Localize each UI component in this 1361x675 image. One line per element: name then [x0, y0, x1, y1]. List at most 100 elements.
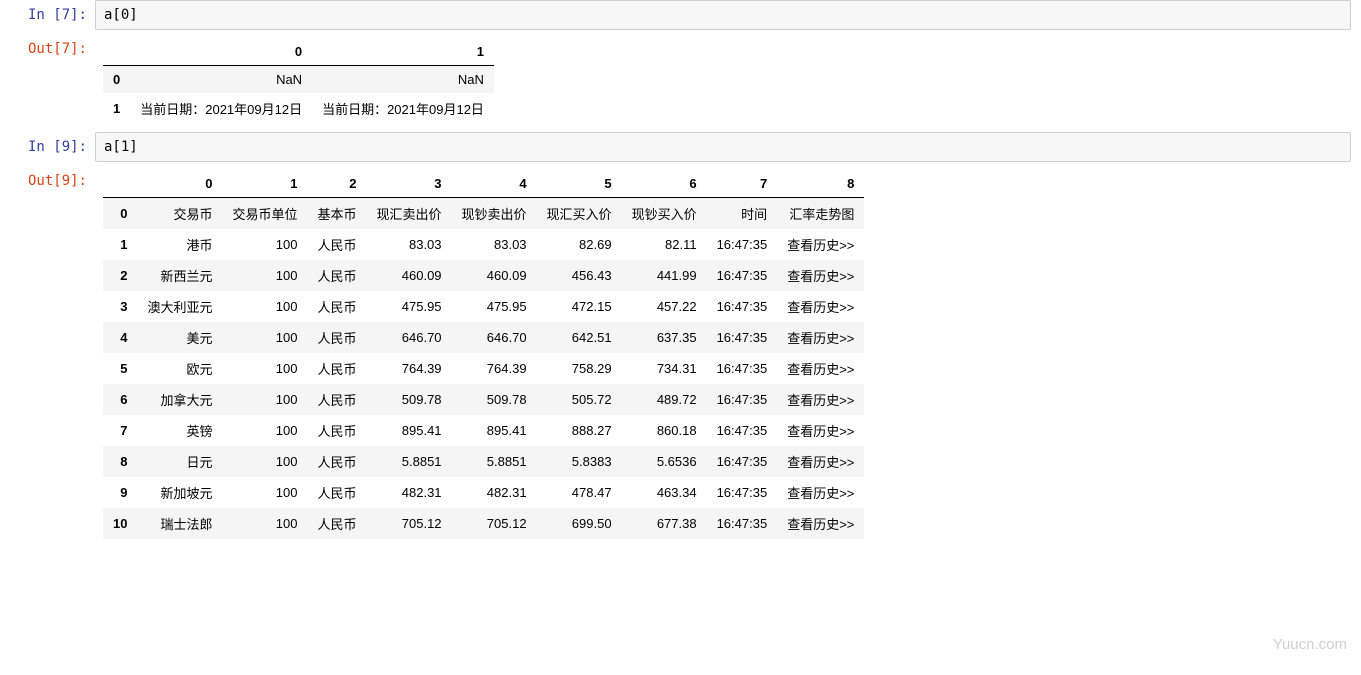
table-row: 6加拿大元100人民币509.78509.78505.72489.7216:47… — [103, 384, 864, 415]
cell: 加拿大元 — [137, 384, 222, 415]
cell: 现汇卖出价 — [367, 198, 452, 230]
cell: 505.72 — [537, 384, 622, 415]
cell: 澳大利亚元 — [137, 291, 222, 322]
code-input[interactable]: a[0] — [95, 0, 1351, 30]
table-row: 1当前日期：2021年09月12日当前日期：2021年09月12日 — [103, 93, 494, 124]
column-header: 7 — [707, 170, 778, 198]
table-row: 4美元100人民币646.70646.70642.51637.3516:47:3… — [103, 322, 864, 353]
cell: NaN — [130, 66, 312, 94]
row-index: 5 — [103, 353, 137, 384]
cell: 汇率走势图 — [777, 198, 864, 230]
column-header: 6 — [622, 170, 707, 198]
cell: 查看历史>> — [777, 353, 864, 384]
cell: 查看历史>> — [777, 446, 864, 477]
output-area: 010NaNNaN1当前日期：2021年09月12日当前日期：2021年09月1… — [95, 34, 1361, 128]
cell: 705.12 — [452, 508, 537, 539]
cell: 5.6536 — [622, 446, 707, 477]
cell: 734.31 — [622, 353, 707, 384]
cell: 现钞卖出价 — [452, 198, 537, 230]
row-index: 10 — [103, 508, 137, 539]
cell: 100 — [222, 229, 307, 260]
cell: 646.70 — [367, 322, 452, 353]
cell: 16:47:35 — [707, 415, 778, 446]
cell: 新西兰元 — [137, 260, 222, 291]
table-row: 5欧元100人民币764.39764.39758.29734.3116:47:3… — [103, 353, 864, 384]
cell: 642.51 — [537, 322, 622, 353]
code-input[interactable]: a[1] — [95, 132, 1351, 162]
cell: 758.29 — [537, 353, 622, 384]
out-prompt: Out[9]: — [0, 166, 95, 543]
cell: 查看历史>> — [777, 322, 864, 353]
cell: 764.39 — [452, 353, 537, 384]
table-row: 0交易币交易币单位基本币现汇卖出价现钞卖出价现汇买入价现钞买入价时间汇率走势图 — [103, 198, 864, 230]
row-index: 0 — [103, 66, 130, 94]
column-header: 5 — [537, 170, 622, 198]
out-prompt: Out[7]: — [0, 34, 95, 128]
column-header: 4 — [452, 170, 537, 198]
row-index: 3 — [103, 291, 137, 322]
in-prompt: In [7]: — [0, 0, 95, 30]
cell: 当前日期：2021年09月12日 — [130, 93, 312, 124]
cell: 美元 — [137, 322, 222, 353]
table-row: 2新西兰元100人民币460.09460.09456.43441.9916:47… — [103, 260, 864, 291]
column-header: 8 — [777, 170, 864, 198]
cell: 677.38 — [622, 508, 707, 539]
cell: 100 — [222, 384, 307, 415]
cell: 16:47:35 — [707, 322, 778, 353]
cell: 82.11 — [622, 229, 707, 260]
cell: NaN — [312, 66, 494, 94]
cell: 人民币 — [308, 446, 367, 477]
row-index: 2 — [103, 260, 137, 291]
row-index: 0 — [103, 198, 137, 230]
cell: 港币 — [137, 229, 222, 260]
table-row: 0NaNNaN — [103, 66, 494, 94]
column-header: 0 — [130, 38, 312, 66]
cell: 100 — [222, 415, 307, 446]
table-row: 10瑞士法郎100人民币705.12705.12699.50677.3816:4… — [103, 508, 864, 539]
column-header: 1 — [312, 38, 494, 66]
row-index: 7 — [103, 415, 137, 446]
cell: 基本币 — [308, 198, 367, 230]
cell: 16:47:35 — [707, 477, 778, 508]
cell: 5.8383 — [537, 446, 622, 477]
cell: 瑞士法郎 — [137, 508, 222, 539]
cell: 16:47:35 — [707, 384, 778, 415]
cell: 100 — [222, 477, 307, 508]
cell: 人民币 — [308, 353, 367, 384]
cell: 人民币 — [308, 322, 367, 353]
cell: 查看历史>> — [777, 260, 864, 291]
table-row: 3澳大利亚元100人民币475.95475.95472.15457.2216:4… — [103, 291, 864, 322]
cell: 100 — [222, 260, 307, 291]
cell: 509.78 — [452, 384, 537, 415]
cell: 16:47:35 — [707, 446, 778, 477]
cell: 人民币 — [308, 384, 367, 415]
cell: 463.34 — [622, 477, 707, 508]
output-area: 0123456780交易币交易币单位基本币现汇卖出价现钞卖出价现汇买入价现钞买入… — [95, 166, 1361, 543]
cell: 895.41 — [367, 415, 452, 446]
cell: 16:47:35 — [707, 229, 778, 260]
cell: 查看历史>> — [777, 229, 864, 260]
watermark: Yuucn.com — [1273, 636, 1347, 653]
cell-in-9: In [9]: a[1] — [0, 132, 1361, 162]
cell: 交易币 — [137, 198, 222, 230]
cell: 699.50 — [537, 508, 622, 539]
cell: 交易币单位 — [222, 198, 307, 230]
cell: 100 — [222, 508, 307, 539]
cell: 欧元 — [137, 353, 222, 384]
cell: 100 — [222, 291, 307, 322]
in-prompt: In [9]: — [0, 132, 95, 162]
cell: 日元 — [137, 446, 222, 477]
cell: 时间 — [707, 198, 778, 230]
cell: 475.95 — [367, 291, 452, 322]
cell: 5.8851 — [367, 446, 452, 477]
cell: 456.43 — [537, 260, 622, 291]
cell: 查看历史>> — [777, 477, 864, 508]
cell-out-9: Out[9]: 0123456780交易币交易币单位基本币现汇卖出价现钞卖出价现… — [0, 166, 1361, 543]
cell: 895.41 — [452, 415, 537, 446]
column-header: 0 — [137, 170, 222, 198]
cell: 764.39 — [367, 353, 452, 384]
table-row: 8日元100人民币5.88515.88515.83835.653616:47:3… — [103, 446, 864, 477]
cell: 482.31 — [452, 477, 537, 508]
row-index: 1 — [103, 229, 137, 260]
table-row: 7英镑100人民币895.41895.41888.27860.1816:47:3… — [103, 415, 864, 446]
